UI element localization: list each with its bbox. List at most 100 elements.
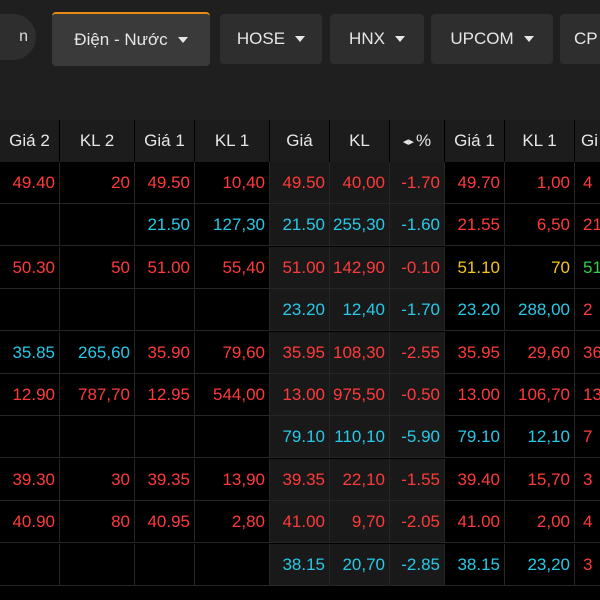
cell-kl: 40,00 [330,162,390,204]
cell-kl-2: 30 [60,458,135,501]
cell-gia-1-ban: 51.10 [445,246,505,289]
column-header-gia-1-ban[interactable]: Giá 1 [445,120,505,162]
sort-arrows-icon[interactable]: ◂▸ [403,135,414,148]
cell-gia-2: 50.30 [0,246,60,289]
cell-kl: 975,50 [330,374,390,416]
cell-kl: 108,30 [330,331,390,374]
tab-label: UPCOM [450,29,514,48]
column-header-label: Giá 1 [144,131,185,150]
cell-gia-2-ban: 3 [575,544,600,586]
cell-gia-2 [0,289,60,332]
tab-dien-nuoc[interactable]: Điện - Nước [52,12,210,66]
cell-kl-1-ban: 106,70 [505,374,575,416]
column-header-kl-1[interactable]: KL 1 [195,120,270,162]
tab-cp[interactable]: CP [560,14,600,64]
cell-gia-2-ban: 3 [575,459,600,501]
cell-gia-1 [135,543,195,586]
cell-kl-1: 544,00 [195,374,270,416]
cell-kl-1: 2,80 [195,501,270,544]
table-row[interactable]: 39.30 30 39.35 13,90 39.35 22,10 -1.55 39.40 15,… [0,458,600,501]
chevron-down-icon [295,36,306,42]
table-row[interactable]: 40.90 80 40.95 2,80 41.00 9,70 -2.05 41.00 2,00 4 [0,501,600,544]
cell-kl-1-ban: 15,70 [505,458,575,501]
cell-kl: 22,10 [330,458,390,501]
chevron-down-icon [523,36,534,42]
cell-gia: 23.20 [270,289,330,332]
cell-gia-2: 39.30 [0,458,60,501]
cell-gia-2-ban: 13 [575,374,600,416]
cell-kl-2 [60,204,135,247]
cell-kl-1: 55,40 [195,246,270,289]
cell-kl-2 [60,543,135,586]
cell-gia-1-ban: 79.10 [445,416,505,459]
column-header-label: KL [349,131,370,150]
column-header-label: KL 1 [522,131,557,150]
cell-gia-1: 51.00 [135,246,195,289]
table-row[interactable]: 49.40 20 49.50 10,40 49.50 40,00 -1.70 49.70 1,0… [0,162,600,204]
cell-pct: -5.90 [390,416,445,459]
cell-gia: 51.00 [270,246,330,289]
cell-pct: -0.10 [390,246,445,289]
cell-kl-2: 265,60 [60,331,135,374]
column-header-kl-1-ban[interactable]: KL 1 [505,120,575,162]
cell-kl-2: 50 [60,246,135,289]
cell-kl-1 [195,289,270,332]
column-header-kl-2[interactable]: KL 2 [60,120,135,162]
cell-kl-1-ban: 2,00 [505,501,575,544]
table-row[interactable]: 23.20 12,40 -1.70 23.20 288,00 2 [0,289,600,332]
cell-pct: -1.70 [390,162,445,204]
table-row[interactable]: 38.15 20,70 -2.85 38.15 23,20 3 [0,543,600,586]
cell-gia-2: 49.40 [0,162,60,204]
table-row[interactable]: 12.90 787,70 12.95 544,00 13.00 975,50 -0.50 13… [0,374,600,416]
column-header-gia-2[interactable]: Giá 2 [0,120,60,162]
cell-pct: -0.50 [390,374,445,416]
cell-gia-2 [0,543,60,586]
cell-kl-1-ban: 6,50 [505,204,575,247]
cell-gia: 38.15 [270,543,330,586]
column-header-label: % [415,131,432,150]
column-header-gia-1[interactable]: Giá 1 [135,120,195,162]
tab-hnx[interactable]: HNX [330,14,424,64]
table-row[interactable]: 79.10 110,10 -5.90 79.10 12,10 7 [0,416,600,459]
cell-kl: 142,90 [330,246,390,289]
table-row[interactable]: 21.50127,3021.50255,30-1.6021.556,5021 [0,204,600,247]
cell-gia-1: 21.50 [135,204,195,247]
cell-gia: 41.00 [270,501,330,544]
tab-partial-left[interactable]: n [0,14,36,60]
column-header-label: Giá 2 [9,131,50,150]
cell-gia-1: 12.95 [135,374,195,416]
column-header-label: KL 2 [79,131,115,150]
cell-gia: 39.35 [270,458,330,501]
cell-pct: -1.70 [390,289,445,332]
cell-gia-1: 40.95 [135,501,195,544]
cell-kl-1-ban: 29,60 [505,331,575,374]
cell-gia-2-ban: 4 [575,162,600,204]
column-header-kl[interactable]: KL [330,120,390,162]
cell-kl-2 [60,416,135,459]
tab-hose[interactable]: HOSE [220,14,322,64]
column-header-label: KL 1 [214,131,250,150]
cell-kl-1-ban: 12,10 [505,416,575,459]
tab-label: HNX [349,29,385,48]
cell-kl: 20,70 [330,543,390,586]
cell-kl-1-ban: 1,00 [505,162,575,204]
cell-gia: 49.50 [270,162,330,204]
column-header-label: Giá 1 [454,131,495,150]
cell-kl-1-ban: 23,20 [505,543,575,586]
tab-upcom[interactable]: UPCOM [431,14,553,64]
table-row[interactable]: 35.85 265,60 35.90 79,60 35.95 108,30 -2.55 35.… [0,331,600,374]
tab-label: CP [574,29,598,48]
cell-gia-1 [135,289,195,332]
cell-gia-1-ban: 21.55 [445,204,505,247]
column-header-label: Giá [286,131,313,150]
cell-kl: 255,30 [330,204,390,247]
cell-gia-1-ban: 49.70 [445,162,505,204]
cell-gia: 13.00 [270,374,330,416]
cell-gia-1-ban: 13.00 [445,374,505,416]
column-header-gia[interactable]: Giá [270,120,330,162]
table-row[interactable]: 50.30 50 51.00 55,40 51.00 142,90 -0.10 51.10 70… [0,246,600,289]
column-header-pct[interactable]: ◂▸% [390,120,445,162]
cell-kl-1: 10,40 [195,162,270,204]
cell-gia-2-ban: 4 [575,501,600,544]
column-header-gia-2-ban[interactable]: Gi [575,120,600,162]
